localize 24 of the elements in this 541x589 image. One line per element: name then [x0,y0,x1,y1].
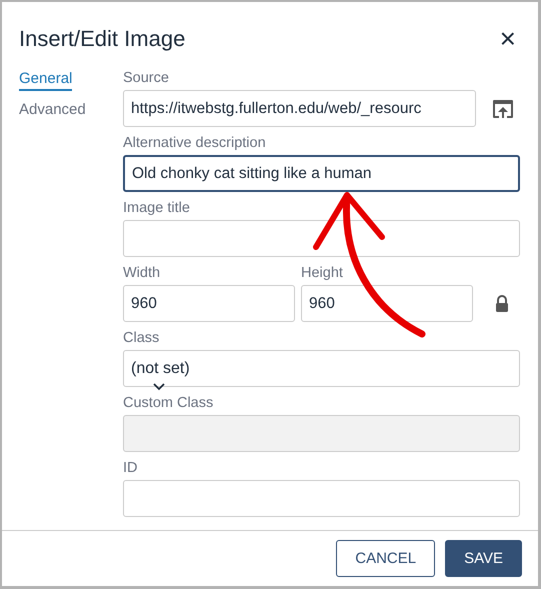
close-button[interactable]: × [496,25,520,53]
dialog-title: Insert/Edit Image [19,26,186,52]
cancel-button[interactable]: CANCEL [336,540,436,577]
field-label: Alternative description [123,135,266,152]
field-label: Image title [123,200,190,217]
field-label: Source [123,70,169,87]
source-field[interactable]: https://itwebstg.fullerton.edu/web/_resourc [123,90,476,127]
text-field[interactable] [123,220,520,257]
text-field[interactable]: Old chonky cat sitting like a human [123,155,520,192]
height-field[interactable]: 960 [301,285,473,322]
chevron-icon [153,383,165,391]
tab[interactable]: General [19,70,72,91]
tab[interactable]: Advanced [19,101,86,122]
class-dropdown[interactable]: (not set) [123,350,520,387]
save-button[interactable]: SAVE [445,540,522,577]
width-field[interactable]: 960 [123,285,295,322]
field-label: ID [123,460,138,477]
text-field[interactable] [123,480,520,517]
field-label: Custom Class [123,395,214,412]
field-label: Class [123,330,160,347]
upload-icon[interactable] [492,98,514,118]
lock-icon[interactable] [495,294,509,312]
field-label: Height [301,265,343,282]
field-label: Width [123,265,160,282]
